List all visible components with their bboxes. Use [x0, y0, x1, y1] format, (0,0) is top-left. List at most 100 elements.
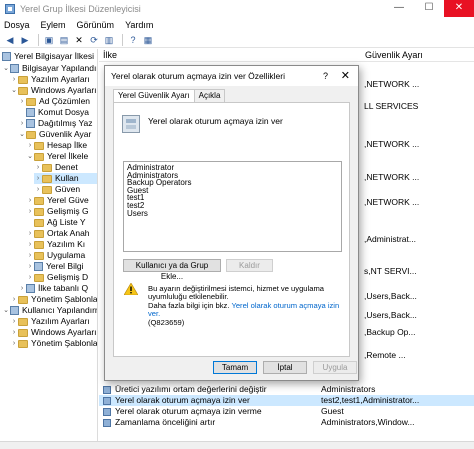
- tree-item[interactable]: ⌄ Kullanıcı Yapılandırm: [2, 305, 97, 316]
- close-button[interactable]: ✕: [444, 0, 474, 17]
- tree-item[interactable]: › Yazılım Kı: [26, 239, 85, 250]
- tab-explain[interactable]: Açıkla: [193, 89, 226, 102]
- ok-button[interactable]: Tamam: [213, 361, 257, 374]
- chevron-down-icon[interactable]: ⌄: [2, 305, 10, 316]
- column-header-policy[interactable]: İlke: [99, 49, 361, 62]
- chevron-right-icon[interactable]: ›: [34, 173, 42, 184]
- chevron-right-icon[interactable]: ›: [10, 316, 18, 327]
- tree-item[interactable]: › Dağıtılmış Yaz: [18, 118, 92, 129]
- tree-item[interactable]: › Ad Çözümlen: [18, 96, 90, 107]
- tree-item[interactable]: › Uygulama: [26, 250, 85, 261]
- chevron-right-icon[interactable]: ›: [18, 283, 26, 294]
- minimize-button[interactable]: —: [384, 0, 414, 17]
- chevron-down-icon[interactable]: ⌄: [2, 63, 10, 74]
- setting-value: ,Users,Back...: [364, 310, 417, 320]
- tree-item[interactable]: ⌄ Yerel İlkele: [26, 151, 88, 162]
- folder-open-icon: [42, 174, 52, 183]
- properties-icon[interactable]: ▦: [142, 34, 154, 46]
- export-list-icon[interactable]: ▥: [103, 34, 115, 46]
- back-icon[interactable]: ◀: [4, 34, 16, 46]
- tree-item[interactable]: › Yazılım Ayarları: [10, 316, 90, 327]
- chevron-down-icon[interactable]: ⌄: [26, 151, 34, 162]
- setting-value: s,NT SERVI...: [364, 266, 417, 276]
- tree-item[interactable]: › Yerel Bilgi: [26, 261, 84, 272]
- list-item[interactable]: Users: [127, 209, 338, 218]
- chevron-right-icon[interactable]: ›: [10, 338, 18, 349]
- menu-help[interactable]: Yardım: [125, 20, 153, 30]
- help-icon[interactable]: ?: [127, 34, 139, 46]
- up-folder-icon[interactable]: ▣: [43, 34, 55, 46]
- dialog-help-button[interactable]: ?: [323, 66, 328, 86]
- chevron-right-icon[interactable]: ›: [18, 96, 26, 107]
- tree-item[interactable]: Komut Dosya: [18, 107, 89, 118]
- folder-icon: [26, 130, 36, 139]
- tree-item[interactable]: › Ortak Anah: [26, 228, 90, 239]
- list-item[interactable]: Guest: [127, 186, 338, 195]
- maximize-button[interactable]: ☐: [414, 0, 444, 17]
- chevron-right-icon[interactable]: ›: [34, 162, 42, 173]
- apply-button[interactable]: Uygula: [313, 361, 357, 374]
- list-item[interactable]: Backup Operators: [127, 179, 338, 187]
- tree-item[interactable]: ⌄ Windows Ayarları: [10, 85, 96, 96]
- tree-item[interactable]: Ağ Liste Y: [26, 217, 86, 228]
- column-header-setting[interactable]: Güvenlik Ayarı: [361, 49, 474, 62]
- chevron-right-icon[interactable]: ›: [26, 261, 34, 272]
- tree-item[interactable]: ⌄ Güvenlik Ayar: [18, 129, 91, 140]
- dialog-close-button[interactable]: ✕: [341, 66, 350, 86]
- tab-panel: Yerel olarak oturum açmaya izin ver Admi…: [113, 102, 350, 357]
- chevron-right-icon[interactable]: ›: [18, 118, 26, 129]
- chevron-right-icon[interactable]: ›: [26, 272, 34, 283]
- refresh-icon[interactable]: ⟳: [88, 34, 100, 46]
- tree-item[interactable]: › Hesap İlke: [26, 140, 87, 151]
- tree-item[interactable]: › Yerel Güve: [26, 195, 89, 206]
- menu-file[interactable]: Dosya: [4, 20, 30, 30]
- chevron-right-icon[interactable]: ›: [26, 206, 34, 217]
- folder-icon: [18, 86, 28, 95]
- chevron-right-icon[interactable]: ›: [26, 140, 34, 151]
- tree-item[interactable]: › Gelişmiş G: [26, 206, 89, 217]
- tree-item[interactable]: › Yönetim Şablonları: [10, 338, 97, 349]
- remove-button[interactable]: Kaldır: [226, 259, 273, 272]
- setting-value: ,NETWORK ...: [364, 197, 420, 207]
- chevron-right-icon[interactable]: ›: [26, 239, 34, 250]
- chevron-right-icon[interactable]: ›: [10, 327, 18, 338]
- delete-icon[interactable]: ✕: [73, 34, 85, 46]
- list-item[interactable]: test2: [127, 202, 338, 210]
- add-user-group-button[interactable]: Kullanıcı ya da Grup Ekle...: [123, 259, 221, 281]
- chevron-right-icon[interactable]: ›: [34, 184, 42, 195]
- tree-item[interactable]: › Denet: [34, 162, 78, 173]
- tree-item[interactable]: Yerel Bilgisayar İlkesi: [2, 51, 94, 62]
- table-row[interactable]: Yerel olarak oturum açmaya izin verme Gu…: [99, 406, 474, 417]
- tree-item[interactable]: › Yazılım Ayarları: [10, 74, 90, 85]
- list-item[interactable]: test1: [127, 194, 338, 202]
- chevron-down-icon[interactable]: ⌄: [18, 129, 26, 140]
- warning-icon: [124, 283, 138, 295]
- tab-local-security-setting[interactable]: Yerel Güvenlik Ayarı: [113, 89, 195, 103]
- tree-item[interactable]: › Windows Ayarları: [10, 327, 97, 338]
- dialog-title: Yerel olarak oturum açmaya izin ver Özel…: [105, 66, 358, 86]
- tree-item[interactable]: › İlke tabanlı Q: [18, 283, 88, 294]
- chevron-down-icon[interactable]: ⌄: [10, 85, 18, 96]
- show-tree-icon[interactable]: ▤: [58, 34, 70, 46]
- setting-value: ,Users,Back...: [364, 291, 417, 301]
- table-row[interactable]: Üretici yazılımı ortam değerlerini değiş…: [99, 384, 474, 395]
- tree-item[interactable]: › Güven: [34, 184, 80, 195]
- policy-setting: Administrators: [321, 384, 376, 394]
- setting-value: ,Backup Op...: [364, 327, 416, 337]
- chevron-right-icon[interactable]: ›: [26, 195, 34, 206]
- menu-view[interactable]: Görünüm: [77, 20, 115, 30]
- tree-item[interactable]: › Yönetim Şablonları: [10, 294, 97, 305]
- cancel-button[interactable]: İptal: [263, 361, 307, 374]
- chevron-right-icon[interactable]: ›: [10, 294, 18, 305]
- chevron-right-icon[interactable]: ›: [10, 74, 18, 85]
- menu-action[interactable]: Eylem: [41, 20, 66, 30]
- table-row[interactable]: Zamanlama önceliğini artır Administrator…: [99, 417, 474, 428]
- tree-item-selected[interactable]: › Kullan: [34, 173, 97, 184]
- table-row-selected[interactable]: Yerel olarak oturum açmaya izin ver test…: [99, 395, 474, 406]
- tree-item[interactable]: › Gelişmiş D: [26, 272, 88, 283]
- forward-icon[interactable]: ▶: [19, 34, 31, 46]
- user-group-listbox[interactable]: Administrator Administrators Backup Oper…: [123, 161, 342, 252]
- tree-item[interactable]: ⌄Bilgisayar Yapılandırma: [2, 63, 97, 74]
- chevron-right-icon[interactable]: ›: [26, 228, 34, 239]
- chevron-right-icon[interactable]: ›: [26, 250, 34, 261]
